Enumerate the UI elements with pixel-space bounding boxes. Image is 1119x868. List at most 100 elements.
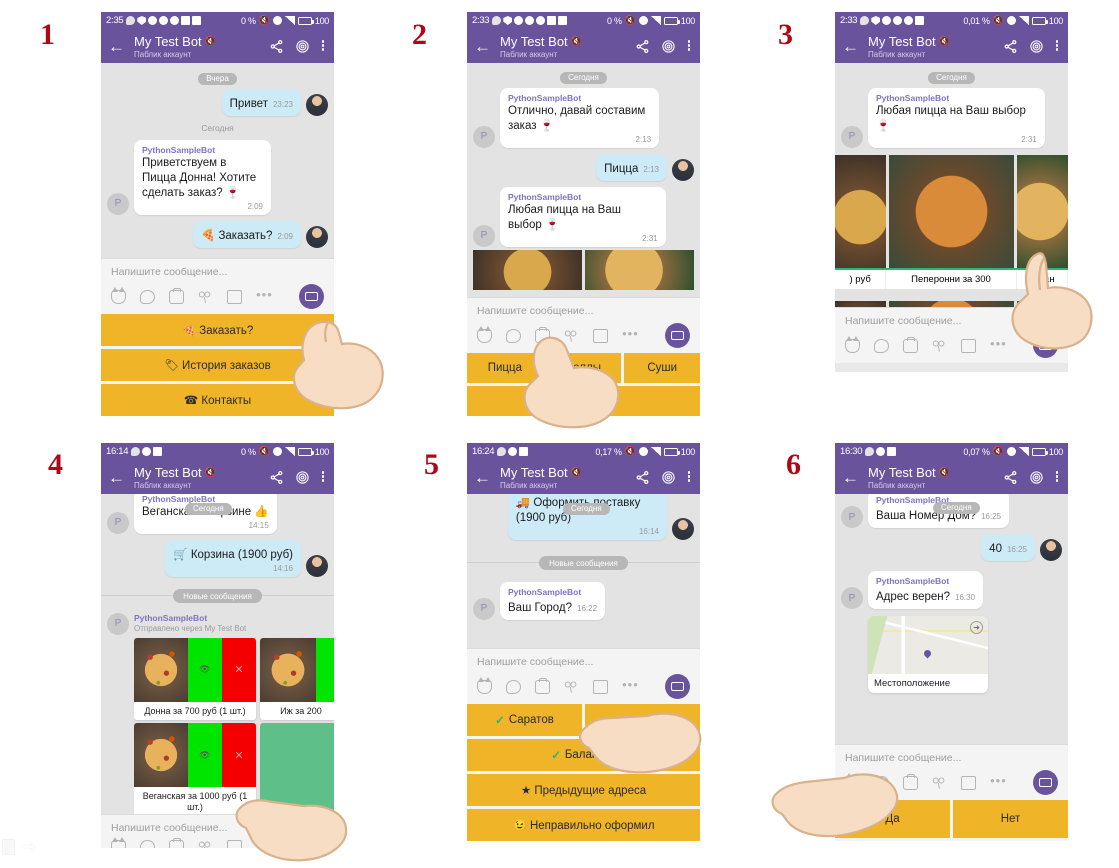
emoji-icon[interactable] [140, 840, 155, 848]
product-card[interactable]: Иж за 200 [260, 637, 334, 721]
chat-log[interactable]: Сегодня P PythonSampleBot Отлично, давай… [467, 63, 700, 297]
camera-icon[interactable] [903, 336, 918, 353]
more-options-icon[interactable] [321, 39, 325, 54]
message-bubble-out[interactable]: 🍕 Заказать? 2:09 [192, 220, 301, 248]
more-options-icon[interactable] [1055, 39, 1059, 54]
location-message[interactable]: ➜ Местоположение [835, 612, 1068, 693]
quick-reply-saratov[interactable]: Саратов [467, 704, 582, 736]
chat-log[interactable]: Сегодня P PythonSampleBot Любая пицца на… [835, 63, 1068, 307]
message-bubble-out[interactable]: Привет 23:23 [221, 89, 301, 116]
keyboard-button[interactable] [1033, 770, 1058, 795]
emoji-icon[interactable] [506, 328, 521, 343]
gif-icon[interactable] [198, 290, 213, 304]
emoji-icon[interactable] [140, 289, 155, 304]
file-icon[interactable] [227, 840, 242, 848]
camera-icon[interactable] [903, 773, 918, 790]
gif-icon[interactable] [564, 680, 579, 694]
quick-reply-balakovo[interactable]: Балаково [467, 739, 700, 771]
quick-reply-pizza[interactable]: Пицца [467, 353, 543, 383]
product-card-placeholder[interactable] [260, 723, 334, 814]
message-input-bar[interactable]: Напишите сообщение... ••• [835, 744, 1068, 800]
emoji-icon[interactable] [506, 679, 521, 694]
more-options-icon[interactable] [687, 470, 691, 485]
back-icon[interactable]: ← [108, 469, 125, 486]
sticker-cat-icon[interactable] [845, 772, 860, 790]
card-view-button[interactable]: 👁 [187, 637, 222, 702]
file-icon[interactable] [593, 679, 608, 694]
file-icon[interactable] [961, 775, 976, 790]
quick-reply-rolls[interactable]: Роллы [545, 353, 622, 383]
message-input[interactable]: Напишите сообщение... [845, 752, 1058, 764]
more-attachments-icon[interactable]: ••• [990, 337, 1007, 353]
gif-icon[interactable] [564, 329, 579, 343]
back-icon[interactable]: ← [842, 469, 859, 486]
viber-ring-icon[interactable] [295, 470, 310, 485]
more-options-icon[interactable] [687, 39, 691, 54]
viber-ring-icon[interactable] [1029, 39, 1044, 54]
message-input[interactable]: Напишите сообщение... [111, 266, 324, 278]
message-bubble-out[interactable]: 🛒 Корзина (1900 руб) 14:16 [165, 539, 301, 577]
back-icon[interactable]: ← [842, 38, 859, 55]
quick-reply-sushi[interactable]: Суши [624, 353, 700, 383]
card-view-button[interactable] [315, 637, 334, 702]
map-image[interactable]: ➜ [868, 616, 988, 674]
quick-reply-order[interactable]: 🍕 Заказать? [101, 314, 334, 346]
camera-icon[interactable] [169, 287, 184, 304]
pizza-image[interactable] [835, 300, 887, 307]
message-bubble-out[interactable]: 40 16:25 [981, 534, 1035, 561]
more-attachments-icon[interactable]: ••• [990, 774, 1007, 790]
sticker-cat-icon[interactable] [111, 837, 126, 848]
quick-reply-previous-addresses[interactable]: ★ Предыдущие адреса [467, 774, 700, 806]
keyboard-button[interactable] [665, 674, 690, 699]
emoji-icon[interactable] [874, 338, 889, 353]
pizza-carousel[interactable] [467, 249, 700, 290]
share-icon[interactable] [635, 470, 650, 485]
viber-ring-icon[interactable] [1029, 470, 1044, 485]
keyboard-button[interactable] [665, 323, 690, 348]
pizza-image[interactable] [585, 249, 694, 290]
card-remove-button[interactable]: ✕ [221, 723, 256, 788]
message-input-bar[interactable]: Напишите сообщение... ••• [101, 258, 334, 314]
message-bubble-in[interactable]: PythonSampleBot Любая пицца на Ваш выбор… [500, 186, 666, 247]
sticker-cat-icon[interactable] [477, 676, 492, 694]
gif-icon[interactable] [932, 339, 947, 353]
back-icon[interactable]: ← [474, 38, 491, 55]
quick-reply-city-2[interactable]: с [585, 704, 700, 736]
pizza-carousel-bottom[interactable] [835, 300, 1068, 307]
back-icon[interactable]: ← [108, 38, 125, 55]
product-carousel[interactable]: 👁 ✕ Донна за 700 руб (1 шт.) Иж за 200 [134, 635, 334, 723]
emoji-icon[interactable] [874, 775, 889, 790]
viber-ring-icon[interactable] [295, 39, 310, 54]
viber-ring-icon[interactable] [661, 39, 676, 54]
quick-reply-history[interactable]: 🏷 История заказов [101, 349, 334, 381]
more-attachments-icon[interactable]: ••• [622, 327, 639, 343]
quick-reply-no[interactable]: Нет [953, 800, 1068, 838]
message-input[interactable]: Напишите сообщение... [477, 656, 690, 668]
pizza-image[interactable] [835, 154, 887, 268]
message-input[interactable]: Напишите сообщение... [111, 822, 324, 834]
chat-log[interactable]: P PythonSampleBot Ваша Номер Дом? 16:25 С… [835, 494, 1068, 744]
card-view-button[interactable]: 👁 [187, 723, 222, 788]
map-card[interactable]: ➜ Местоположение [868, 616, 988, 693]
quick-reply-wrong-order[interactable]: 😉 Неправильно оформил [467, 809, 700, 841]
share-icon[interactable] [635, 39, 650, 54]
product-card[interactable]: 👁 ✕ Веганская за 1000 руб (1 шт.) [134, 723, 256, 814]
camera-icon[interactable] [535, 326, 550, 343]
product-carousel[interactable]: 👁 ✕ Веганская за 1000 руб (1 шт.) [134, 723, 334, 814]
more-attachments-icon[interactable]: ••• [256, 288, 273, 304]
keyboard-button[interactable] [299, 284, 324, 309]
pizza-image[interactable] [1016, 300, 1068, 307]
pizza-image[interactable] [889, 154, 1014, 268]
viber-ring-icon[interactable] [661, 470, 676, 485]
sticker-cat-icon[interactable] [111, 286, 126, 304]
message-bubble-in[interactable]: PythonSampleBot Отлично, давай составим … [500, 88, 660, 148]
message-bubble-in[interactable]: PythonSampleBot Ваш Город? 16:22 [500, 581, 606, 620]
message-input-bar[interactable]: Напишите сообщение... ••• [835, 307, 1068, 363]
card-remove-button[interactable]: ✕ [221, 637, 256, 702]
more-options-icon[interactable] [321, 470, 325, 485]
chat-log[interactable]: P PythonSampleBot Веганская в корзине 👍 … [101, 494, 334, 814]
message-bubble-out[interactable]: Пицца 2:13 [596, 153, 667, 181]
file-icon[interactable] [227, 289, 242, 304]
quick-reply-yes[interactable]: Да [835, 800, 950, 838]
share-icon[interactable] [1003, 470, 1018, 485]
